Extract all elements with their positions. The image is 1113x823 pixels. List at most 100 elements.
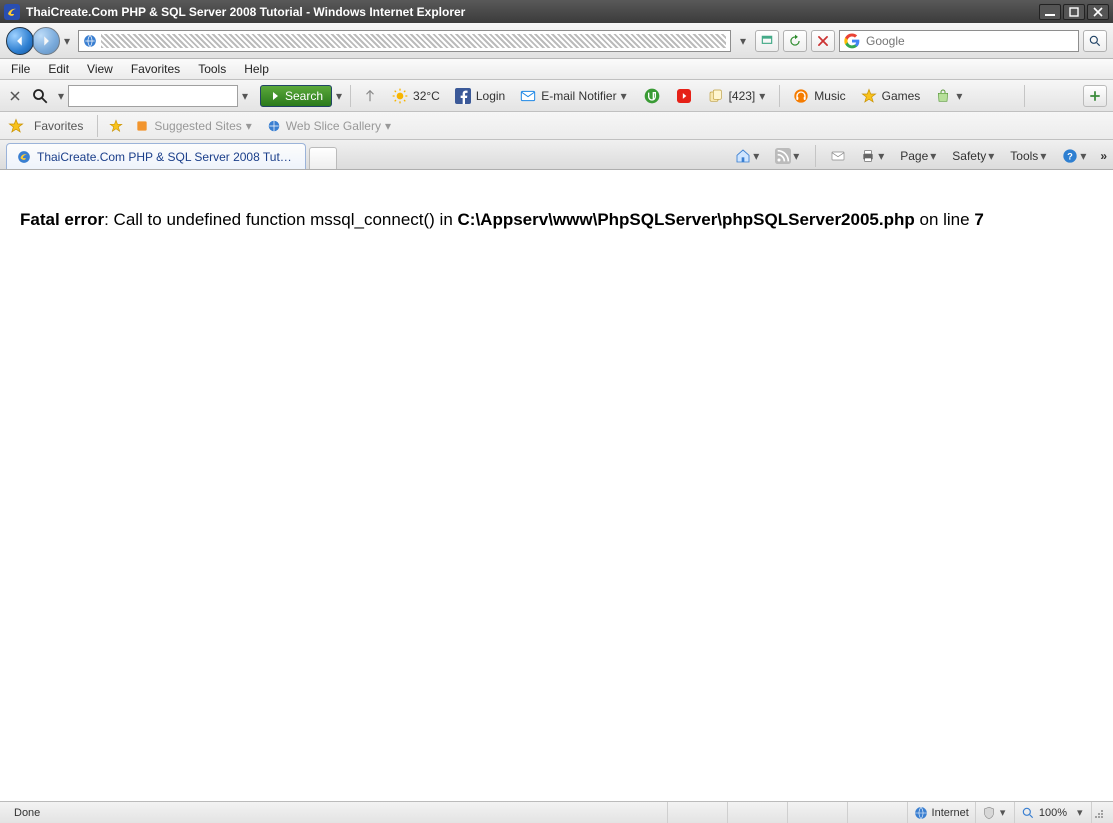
suggested-sites-button[interactable]: Suggested Sites ▾: [130, 118, 255, 134]
error-line: 7: [974, 210, 983, 229]
status-zoom-label: 100%: [1039, 807, 1067, 819]
toolbar-music-label: Music: [814, 89, 845, 103]
status-protected-mode[interactable]: ▾: [975, 802, 1014, 823]
web-slice-icon: [266, 118, 282, 134]
minimize-button[interactable]: [1039, 4, 1061, 20]
favorites-bar: Favorites Suggested Sites ▾ Web Slice Ga…: [0, 112, 1113, 140]
status-bar: Done Internet ▾ 100% ▾: [0, 801, 1113, 823]
toolbar-input-dropdown[interactable]: ▾: [240, 89, 250, 103]
toolbar-count[interactable]: [423] ▾: [701, 84, 774, 108]
menu-edit[interactable]: Edit: [39, 59, 78, 79]
toolbar-weather[interactable]: 32°C: [385, 84, 446, 108]
toolbar-utorrent[interactable]: [637, 84, 667, 108]
status-zoom[interactable]: 100% ▾: [1014, 802, 1091, 823]
help-button[interactable]: ? ▾: [1058, 145, 1092, 167]
status-empty-4: [847, 802, 907, 823]
envelope-icon: [519, 87, 537, 105]
search-box[interactable]: [839, 30, 1079, 52]
toolbar-login[interactable]: Login: [448, 84, 511, 108]
nav-history-dropdown[interactable]: ▾: [60, 27, 74, 55]
read-mail-button[interactable]: [826, 145, 850, 167]
web-slice-button[interactable]: Web Slice Gallery ▾: [262, 118, 395, 134]
status-zone-label: Internet: [932, 807, 969, 819]
search-go-button[interactable]: [1083, 30, 1107, 52]
page-content: Fatal error: Call to undefined function …: [0, 170, 1113, 801]
chevron-down-icon: ▾: [246, 119, 252, 133]
resize-grip[interactable]: [1091, 802, 1105, 823]
nav-row: ▾ ▾: [0, 23, 1113, 59]
google-icon: [844, 33, 860, 49]
chevron-down-icon: ▾: [759, 89, 767, 103]
toolbar-slider-stub[interactable]: [357, 84, 383, 108]
titlebar: ThaiCreate.Com PHP & SQL Server 2008 Tut…: [0, 0, 1113, 23]
new-tab-button[interactable]: [309, 147, 337, 169]
compat-view-button[interactable]: [755, 30, 779, 52]
printer-icon: [860, 148, 876, 164]
facebook-icon: [454, 87, 472, 105]
back-button[interactable]: [6, 27, 34, 55]
tab-active[interactable]: ThaiCreate.Com PHP & SQL Server 2008 Tut…: [6, 143, 306, 169]
home-button[interactable]: ▾: [731, 145, 765, 167]
overflow-chevrons-icon[interactable]: »: [1100, 149, 1107, 163]
toolbar-search-button[interactable]: Search: [260, 85, 332, 107]
sun-icon: [391, 87, 409, 105]
close-toolbar-icon[interactable]: [6, 87, 24, 105]
menu-help[interactable]: Help: [235, 59, 278, 79]
refresh-button[interactable]: [783, 30, 807, 52]
close-button[interactable]: [1087, 4, 1109, 20]
toolbar-games[interactable]: Games: [854, 84, 927, 108]
forward-button[interactable]: [32, 27, 60, 55]
toolbar-row: ▾ ▾ Search ▾ 32°C Login E-mail Notifier …: [0, 80, 1113, 112]
svg-text:?: ?: [1067, 151, 1073, 161]
globe-icon: [914, 806, 928, 820]
suggested-sites-label: Suggested Sites: [154, 119, 241, 133]
menu-file[interactable]: File: [2, 59, 39, 79]
tools-menu-button[interactable]: Tools ▾: [1006, 145, 1052, 167]
menu-favorites[interactable]: Favorites: [122, 59, 189, 79]
maximize-button[interactable]: [1063, 4, 1085, 20]
chevron-down-icon: ▾: [1000, 806, 1008, 819]
youtube-icon: [675, 87, 693, 105]
safety-menu-button[interactable]: Safety ▾: [948, 145, 1000, 167]
toolbar-games-label: Games: [882, 89, 921, 103]
search-input[interactable]: [864, 33, 1074, 49]
address-dropdown[interactable]: ▾: [735, 30, 751, 52]
toolbar-youtube[interactable]: [669, 84, 699, 108]
chevron-down-icon: ▾: [1077, 806, 1085, 819]
toolbar-search-button-dropdown[interactable]: ▾: [334, 89, 344, 103]
page-menu-label: Page: [900, 149, 928, 163]
toolbar-store[interactable]: ▾: [928, 84, 970, 108]
chevron-down-icon: ▾: [1040, 149, 1048, 163]
toolbar-search-dropdown[interactable]: ▾: [56, 89, 66, 103]
add-toolbar-button[interactable]: [1083, 85, 1107, 107]
command-bar: ▾ ▾ ▾ Page ▾ Safety ▾ Tools ▾ ? ▾ »: [731, 145, 1107, 169]
toolbar-music[interactable]: Music: [786, 84, 851, 108]
chevron-down-icon: ▾: [988, 149, 996, 163]
status-zone[interactable]: Internet: [907, 802, 975, 823]
page-menu-button[interactable]: Page ▾: [896, 145, 942, 167]
tab-row: ThaiCreate.Com PHP & SQL Server 2008 Tut…: [0, 140, 1113, 170]
menu-bar: File Edit View Favorites Tools Help: [0, 59, 1113, 80]
web-slice-label: Web Slice Gallery: [286, 119, 381, 133]
chevron-down-icon: ▾: [1080, 149, 1088, 163]
favorites-button[interactable]: Favorites: [30, 119, 87, 133]
zoom-icon: [1021, 806, 1035, 820]
error-path: C:\Appserv\www\PhpSQLServer\phpSQLServer…: [458, 210, 915, 229]
address-bar[interactable]: [78, 30, 731, 52]
stop-button[interactable]: [811, 30, 835, 52]
error-online: on line: [915, 210, 975, 229]
toolbar-email[interactable]: E-mail Notifier ▾: [513, 84, 634, 108]
menu-view[interactable]: View: [78, 59, 122, 79]
status-empty-2: [727, 802, 787, 823]
toolbar-email-label: E-mail Notifier: [541, 89, 616, 103]
chevron-down-icon: ▾: [385, 119, 391, 133]
feeds-button[interactable]: ▾: [771, 145, 805, 167]
toolbar-search-label: Search: [285, 89, 323, 103]
menu-tools[interactable]: Tools: [189, 59, 235, 79]
toolbar-search-input[interactable]: [68, 85, 238, 107]
cards-icon: [707, 87, 725, 105]
error-head: Fatal error: [20, 210, 104, 229]
print-button[interactable]: ▾: [856, 145, 890, 167]
tab-label: ThaiCreate.Com PHP & SQL Server 2008 Tut…: [37, 150, 295, 164]
toolbar-search-icon[interactable]: [26, 84, 54, 108]
